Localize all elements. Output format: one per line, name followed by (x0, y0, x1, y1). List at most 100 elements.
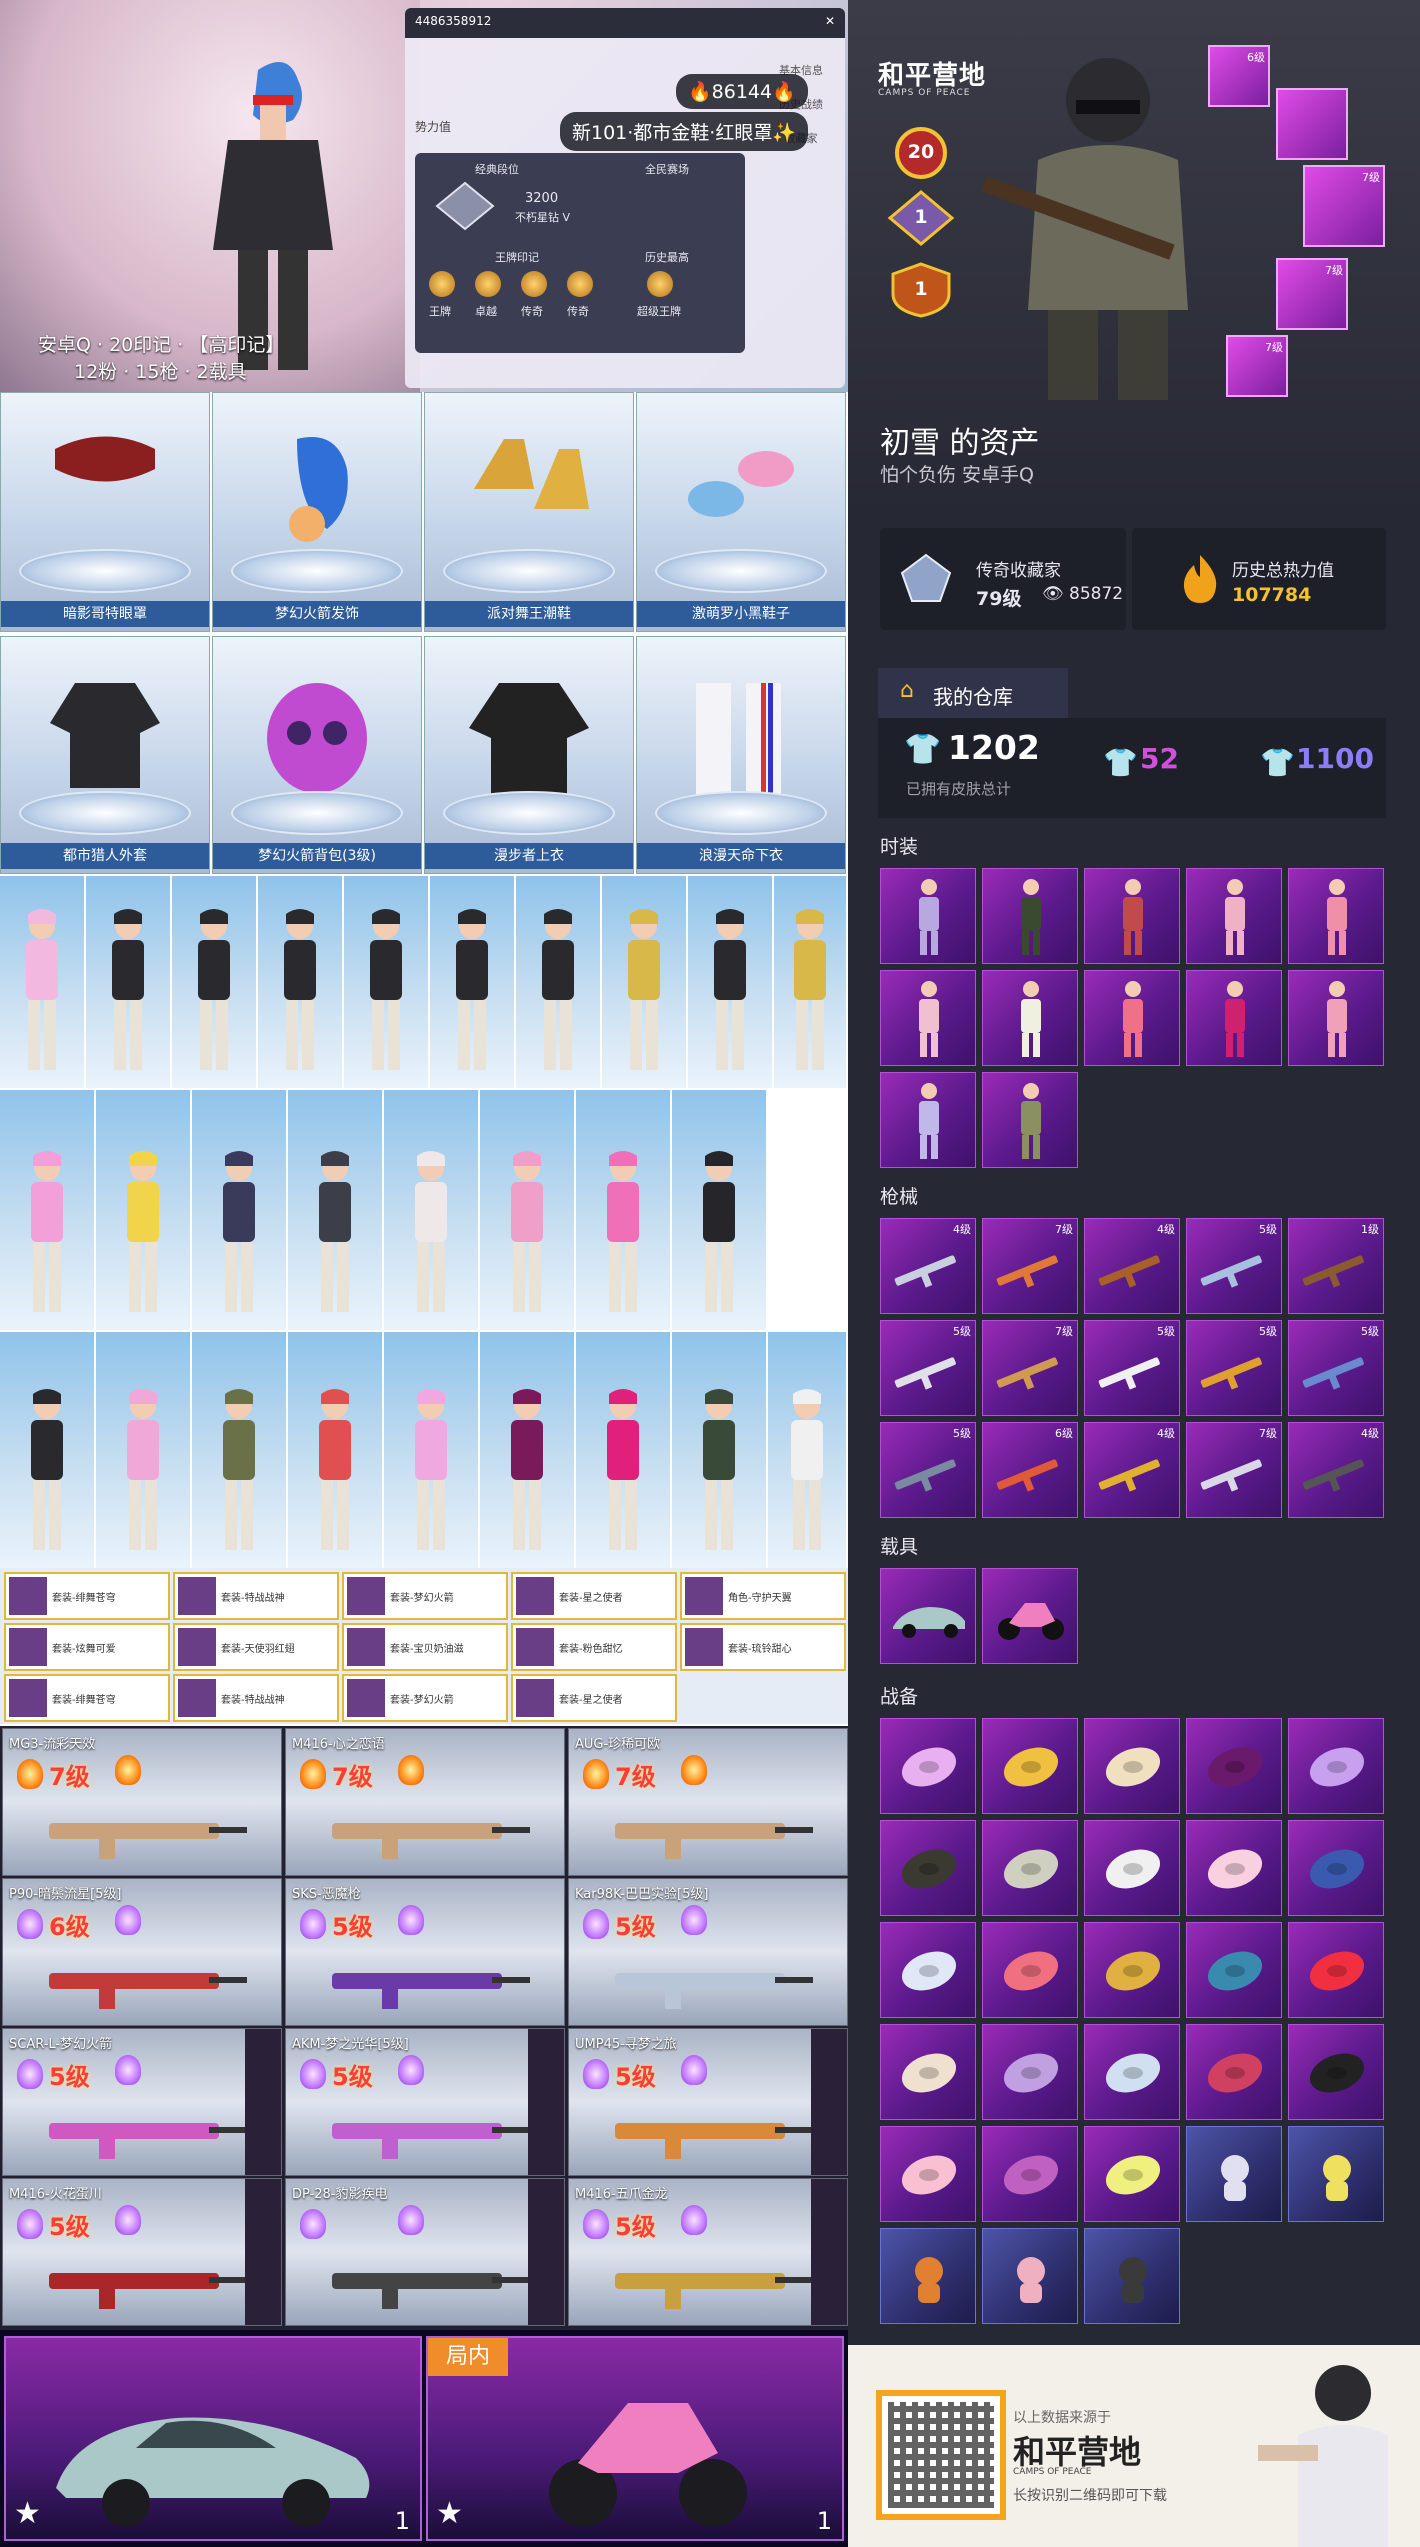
asset-tile[interactable]: 1级 (1288, 1218, 1384, 1314)
asset-tile[interactable] (880, 1718, 976, 1814)
outfit-item[interactable]: 套装-琉铃甜心 (680, 1623, 846, 1671)
asset-tile[interactable] (1288, 2126, 1384, 2222)
asset-tile[interactable] (982, 2228, 1078, 2324)
outfit-item[interactable]: 套装-特战战神 (173, 1572, 339, 1620)
character-tile[interactable] (672, 1090, 768, 1330)
hero-skin-thumb[interactable]: 7级 (1226, 335, 1288, 397)
asset-tile[interactable]: 5级 (880, 1422, 976, 1518)
asset-tile[interactable] (1288, 1922, 1384, 2018)
character-tile[interactable] (576, 1332, 672, 1568)
asset-tile[interactable] (982, 868, 1078, 964)
qr-code[interactable] (876, 2390, 1006, 2520)
gun-skin-card[interactable]: AUG-珍稀可欧 7级 (568, 1728, 848, 1876)
gun-skin-card[interactable]: Kar98K-巴巴实验[5级] 5级 (568, 1878, 848, 2026)
character-tile[interactable] (384, 1090, 480, 1330)
asset-tile[interactable] (982, 2126, 1078, 2222)
item-card[interactable]: 漫步者上衣 (424, 636, 634, 874)
gun-skin-card[interactable]: P90-暗鬃流星[5级] 6级 (2, 1878, 282, 2026)
outfit-item[interactable]: 套装-特战战神 (173, 1674, 339, 1722)
character-tile[interactable] (192, 1090, 288, 1330)
close-icon[interactable]: ✕ (825, 14, 835, 28)
asset-tile[interactable] (1288, 2024, 1384, 2120)
asset-tile[interactable]: 6级 (982, 1422, 1078, 1518)
asset-tile[interactable]: 4级 (1288, 1422, 1384, 1518)
character-tile[interactable] (480, 1090, 576, 1330)
asset-tile[interactable] (1288, 970, 1384, 1066)
character-tile[interactable] (480, 1332, 576, 1568)
hero-skin-thumb[interactable]: 7级 (1303, 165, 1385, 247)
outfit-item[interactable]: 套装-星之使者 (511, 1674, 677, 1722)
asset-tile[interactable] (1186, 1922, 1282, 2018)
asset-tile[interactable] (880, 970, 976, 1066)
character-tile[interactable] (172, 876, 258, 1088)
asset-tile[interactable]: 5级 (880, 1320, 976, 1416)
asset-tile[interactable] (982, 2024, 1078, 2120)
asset-tile[interactable]: 5级 (1186, 1218, 1282, 1314)
character-tile[interactable] (0, 1332, 96, 1568)
asset-tile[interactable] (1084, 2228, 1180, 2324)
asset-tile[interactable] (880, 1568, 976, 1664)
asset-tile[interactable] (982, 1568, 1078, 1664)
outfit-item[interactable]: 套装-绯舞苍穹 (4, 1674, 170, 1722)
asset-tile[interactable] (1084, 868, 1180, 964)
character-tile[interactable] (0, 1090, 96, 1330)
character-tile[interactable] (602, 876, 688, 1088)
outfit-item[interactable]: 套装-梦幻火箭 (342, 1572, 508, 1620)
asset-tile[interactable] (1084, 1718, 1180, 1814)
character-tile[interactable] (258, 876, 344, 1088)
asset-tile[interactable] (1186, 1718, 1282, 1814)
asset-tile[interactable] (1186, 868, 1282, 964)
vehicle-card[interactable]: 局内 ★ 1 (426, 2336, 844, 2541)
asset-tile[interactable] (1186, 970, 1282, 1066)
asset-tile[interactable] (1084, 1820, 1180, 1916)
asset-tile[interactable] (880, 868, 976, 964)
tab-basic-info[interactable]: 基本信息 (761, 44, 841, 78)
asset-tile[interactable] (1288, 1718, 1384, 1814)
gun-skin-card[interactable]: DP-28-豹影疾电 (285, 2178, 565, 2326)
asset-tile[interactable]: 5级 (1186, 1320, 1282, 1416)
gun-skin-card[interactable]: M416-五爪金龙 5级 (568, 2178, 848, 2326)
character-tile[interactable] (96, 1332, 192, 1568)
asset-tile[interactable] (1084, 2126, 1180, 2222)
asset-tile[interactable] (1186, 2126, 1282, 2222)
asset-tile[interactable]: 7级 (1186, 1422, 1282, 1518)
item-card[interactable]: 暗影哥特眼罩 (0, 392, 210, 632)
asset-tile[interactable]: 4级 (880, 1218, 976, 1314)
character-tile[interactable] (576, 1090, 672, 1330)
character-tile[interactable] (774, 876, 848, 1088)
item-card[interactable]: 梦幻火箭发饰 (212, 392, 422, 632)
asset-tile[interactable] (982, 1718, 1078, 1814)
hero-skin-thumb[interactable]: 7级 (1276, 258, 1348, 330)
asset-tile[interactable] (880, 1922, 976, 2018)
asset-tile[interactable]: 4级 (1084, 1218, 1180, 1314)
asset-tile[interactable] (880, 2126, 976, 2222)
gun-skin-card[interactable]: UMP45-寻梦之旅 5级 (568, 2028, 848, 2176)
vehicle-card[interactable]: ★ 1 (4, 2336, 422, 2541)
gun-skin-card[interactable]: M416-火花蛋川 5级 (2, 2178, 282, 2326)
gun-skin-card[interactable]: SCAR-L-梦幻火箭 5级 (2, 2028, 282, 2176)
character-tile[interactable] (688, 876, 774, 1088)
outfit-item[interactable]: 角色-守护天翼 (680, 1572, 846, 1620)
character-tile[interactable] (672, 1332, 768, 1568)
asset-tile[interactable] (880, 1820, 976, 1916)
asset-tile[interactable] (1186, 2024, 1282, 2120)
item-card[interactable]: 激萌罗小黑鞋子 (636, 392, 846, 632)
gun-skin-card[interactable]: AKM-梦之光华[5级] 5级 (285, 2028, 565, 2176)
asset-tile[interactable] (1186, 1820, 1282, 1916)
warehouse-tab[interactable]: ⌂ 我的仓库 (878, 668, 1068, 718)
asset-tile[interactable]: 7级 (982, 1320, 1078, 1416)
asset-tile[interactable] (1288, 1820, 1384, 1916)
outfit-item[interactable]: 套装-星之使者 (511, 1572, 677, 1620)
outfit-item[interactable]: 套装-宝贝奶油滋 (342, 1623, 508, 1671)
hero-skin-thumb[interactable]: 6级 (1208, 45, 1270, 107)
asset-tile[interactable] (1084, 970, 1180, 1066)
character-tile[interactable] (288, 1332, 384, 1568)
gun-skin-card[interactable]: M416-心之恋语 7级 (285, 1728, 565, 1876)
gun-skin-card[interactable]: SKS-恶魔枪 5级 (285, 1878, 565, 2026)
asset-tile[interactable] (1084, 2024, 1180, 2120)
character-tile[interactable] (430, 876, 516, 1088)
item-card[interactable]: 都市猎人外套 (0, 636, 210, 874)
asset-tile[interactable]: 4级 (1084, 1422, 1180, 1518)
character-tile[interactable] (516, 876, 602, 1088)
asset-tile[interactable] (880, 2228, 976, 2324)
